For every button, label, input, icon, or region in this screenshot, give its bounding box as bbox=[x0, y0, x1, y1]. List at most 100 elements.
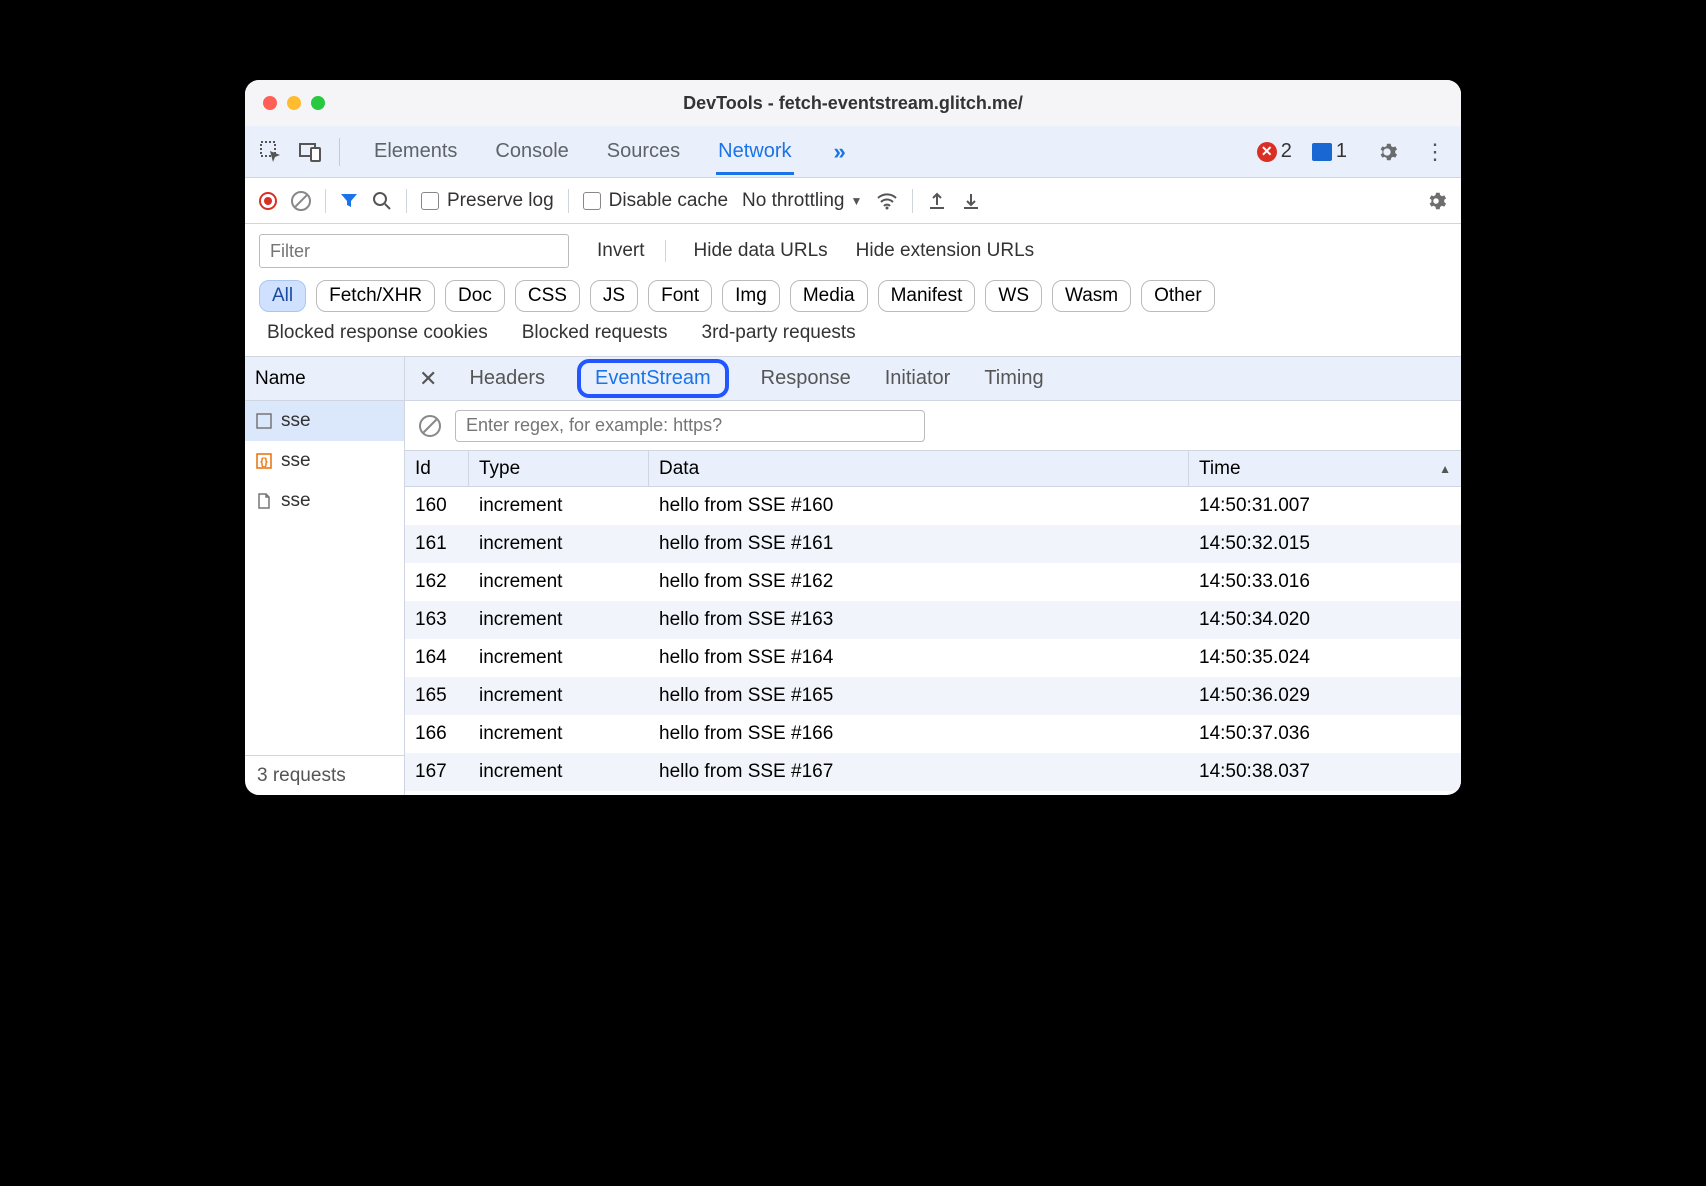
event-row[interactable]: 165incrementhello from SSE #16514:50:36.… bbox=[405, 677, 1461, 715]
clear-events-button[interactable] bbox=[419, 415, 441, 437]
tab-elements[interactable]: Elements bbox=[372, 128, 459, 175]
request-name: sse bbox=[281, 410, 311, 432]
chip-doc[interactable]: Doc bbox=[445, 280, 505, 312]
chip-fetchxhr[interactable]: Fetch/XHR bbox=[316, 280, 435, 312]
device-toolbar-icon[interactable] bbox=[295, 136, 327, 168]
cell-data: hello from SSE #163 bbox=[649, 609, 1189, 631]
errors-badge[interactable]: ✕ 2 bbox=[1257, 140, 1292, 163]
disable-cache-checkbox[interactable]: Disable cache bbox=[583, 190, 728, 212]
cell-id: 165 bbox=[405, 685, 469, 707]
throttling-label: No throttling bbox=[742, 190, 844, 212]
hide-data-urls-label: Hide data URLs bbox=[694, 240, 828, 262]
events-table-body[interactable]: 160incrementhello from SSE #16014:50:31.… bbox=[405, 487, 1461, 795]
event-row[interactable]: 161incrementhello from SSE #16114:50:32.… bbox=[405, 525, 1461, 563]
record-button[interactable] bbox=[259, 192, 277, 210]
close-window-button[interactable] bbox=[263, 96, 277, 110]
messages-badge[interactable]: 1 bbox=[1312, 140, 1347, 163]
cell-type: increment bbox=[469, 571, 649, 593]
event-row[interactable]: 160incrementhello from SSE #16014:50:31.… bbox=[405, 487, 1461, 525]
cell-time: 14:50:35.024 bbox=[1189, 647, 1461, 669]
invert-checkbox[interactable]: Invert bbox=[589, 240, 645, 262]
chip-ws[interactable]: WS bbox=[985, 280, 1042, 312]
requests-name-header[interactable]: Name bbox=[245, 357, 404, 401]
cell-data: hello from SSE #165 bbox=[649, 685, 1189, 707]
network-toolbar: Preserve log Disable cache No throttling… bbox=[245, 178, 1461, 224]
svg-text:{}: {} bbox=[260, 457, 268, 468]
close-detail-button[interactable]: ✕ bbox=[419, 366, 437, 392]
kebab-menu-icon[interactable]: ⋮ bbox=[1419, 136, 1451, 168]
chip-css[interactable]: CSS bbox=[515, 280, 580, 312]
tab-network[interactable]: Network bbox=[716, 128, 793, 175]
event-row[interactable]: 167incrementhello from SSE #16714:50:38.… bbox=[405, 753, 1461, 791]
col-time[interactable]: Time▲ bbox=[1189, 451, 1461, 486]
detail-tab-eventstream[interactable]: EventStream bbox=[577, 359, 729, 398]
request-row[interactable]: sse bbox=[245, 481, 404, 521]
filter-bar: Invert Hide data URLs Hide extension URL… bbox=[245, 224, 1461, 272]
filter-input[interactable] bbox=[259, 234, 569, 268]
tab-console[interactable]: Console bbox=[493, 128, 570, 175]
cell-type: increment bbox=[469, 647, 649, 669]
chip-media[interactable]: Media bbox=[790, 280, 868, 312]
hide-data-urls-checkbox[interactable]: Hide data URLs bbox=[686, 240, 828, 262]
chip-js[interactable]: JS bbox=[590, 280, 638, 312]
hide-ext-urls-label: Hide extension URLs bbox=[856, 240, 1034, 262]
throttling-select[interactable]: No throttling▼ bbox=[742, 190, 862, 212]
chip-all[interactable]: All bbox=[259, 280, 306, 312]
split-view: Name sse{}ssesse 3 requests ✕ Headers Ev… bbox=[245, 357, 1461, 795]
chip-other[interactable]: Other bbox=[1141, 280, 1215, 312]
request-row[interactable]: sse bbox=[245, 401, 404, 441]
cell-id: 160 bbox=[405, 495, 469, 517]
cell-time: 14:50:33.016 bbox=[1189, 571, 1461, 593]
devtools-window: DevTools - fetch-eventstream.glitch.me/ … bbox=[245, 80, 1461, 795]
col-type[interactable]: Type bbox=[469, 451, 649, 486]
error-icon: ✕ bbox=[1257, 142, 1277, 162]
cell-type: increment bbox=[469, 761, 649, 783]
request-row[interactable]: {}sse bbox=[245, 441, 404, 481]
upload-icon[interactable] bbox=[927, 191, 947, 211]
network-conditions-icon[interactable] bbox=[876, 192, 898, 210]
chip-font[interactable]: Font bbox=[648, 280, 712, 312]
chip-manifest[interactable]: Manifest bbox=[878, 280, 976, 312]
inspect-element-icon[interactable] bbox=[255, 136, 287, 168]
cell-data: hello from SSE #160 bbox=[649, 495, 1189, 517]
preserve-log-checkbox[interactable]: Preserve log bbox=[421, 190, 554, 212]
cell-id: 166 bbox=[405, 723, 469, 745]
minimize-window-button[interactable] bbox=[287, 96, 301, 110]
chip-wasm[interactable]: Wasm bbox=[1052, 280, 1131, 312]
network-settings-icon[interactable] bbox=[1425, 190, 1447, 212]
cell-time: 14:50:36.029 bbox=[1189, 685, 1461, 707]
search-icon[interactable] bbox=[372, 191, 392, 211]
filter-icon[interactable] bbox=[340, 192, 358, 210]
col-time-label: Time bbox=[1199, 458, 1241, 480]
maximize-window-button[interactable] bbox=[311, 96, 325, 110]
event-row[interactable]: 163incrementhello from SSE #16314:50:34.… bbox=[405, 601, 1461, 639]
titlebar: DevTools - fetch-eventstream.glitch.me/ bbox=[245, 80, 1461, 126]
clear-button[interactable] bbox=[291, 191, 311, 211]
detail-tab-response[interactable]: Response bbox=[759, 363, 853, 394]
cell-type: increment bbox=[469, 609, 649, 631]
hide-ext-urls-checkbox[interactable]: Hide extension URLs bbox=[848, 240, 1034, 262]
cell-time: 14:50:34.020 bbox=[1189, 609, 1461, 631]
detail-tabs: ✕ Headers EventStream Response Initiator… bbox=[405, 357, 1461, 401]
chip-img[interactable]: Img bbox=[722, 280, 780, 312]
event-row[interactable]: 166incrementhello from SSE #16614:50:37.… bbox=[405, 715, 1461, 753]
event-row[interactable]: 164incrementhello from SSE #16414:50:35.… bbox=[405, 639, 1461, 677]
event-row[interactable]: 162incrementhello from SSE #16214:50:33.… bbox=[405, 563, 1461, 601]
more-tabs-button[interactable]: » bbox=[828, 139, 852, 165]
detail-tab-headers[interactable]: Headers bbox=[467, 363, 547, 394]
cell-id: 164 bbox=[405, 647, 469, 669]
disable-cache-label: Disable cache bbox=[609, 190, 728, 212]
detail-tab-initiator[interactable]: Initiator bbox=[883, 363, 953, 394]
regex-filter-input[interactable] bbox=[455, 410, 925, 442]
tab-sources[interactable]: Sources bbox=[605, 128, 682, 175]
messages-count: 1 bbox=[1336, 140, 1347, 163]
col-id[interactable]: Id bbox=[405, 451, 469, 486]
blocked-cookies-checkbox[interactable]: Blocked response cookies bbox=[259, 322, 488, 344]
detail-tab-timing[interactable]: Timing bbox=[982, 363, 1045, 394]
third-party-checkbox[interactable]: 3rd-party requests bbox=[694, 322, 856, 344]
blocked-requests-checkbox[interactable]: Blocked requests bbox=[514, 322, 668, 344]
download-icon[interactable] bbox=[961, 191, 981, 211]
settings-icon[interactable] bbox=[1371, 136, 1403, 168]
col-data[interactable]: Data bbox=[649, 451, 1189, 486]
preserve-log-label: Preserve log bbox=[447, 190, 554, 212]
